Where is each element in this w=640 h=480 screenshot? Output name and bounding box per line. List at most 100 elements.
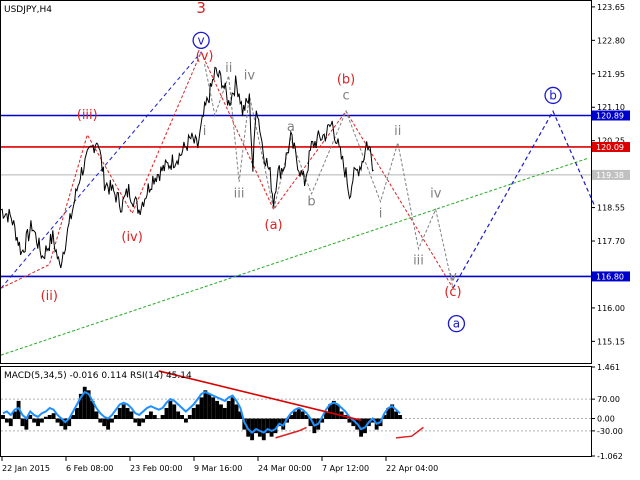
macd-bar xyxy=(110,418,114,423)
macd-bar xyxy=(168,400,173,420)
macd-bar xyxy=(36,418,40,427)
symbol-label: USDJPY,H4 xyxy=(4,5,52,15)
wave-label: (iii) xyxy=(77,108,98,123)
macd-bar xyxy=(32,418,37,423)
macd-bar xyxy=(24,418,29,430)
macd-bar xyxy=(51,413,56,420)
macd-bar xyxy=(250,418,255,441)
time-tick-label: 6 Feb 08:00 xyxy=(66,464,113,473)
time-tick-label: 22 Apr 04:00 xyxy=(386,464,438,473)
chart-root: 3(v)(iii)(iv)(ii)iiiviiii(a)ab(b)ciiiivi… xyxy=(0,0,640,480)
macd-bar xyxy=(230,397,235,420)
macd-bar xyxy=(211,397,216,420)
time-tick-label: 9 Mar 16:00 xyxy=(194,464,242,473)
macd-bar xyxy=(152,415,157,420)
wave-label: iv xyxy=(244,69,256,84)
level-tag-label: 120.89 xyxy=(596,112,624,121)
macd-bar xyxy=(20,418,25,427)
macd-bar xyxy=(176,411,181,420)
macd-bar xyxy=(160,415,165,420)
macd-bar xyxy=(137,418,142,427)
macd-bar xyxy=(1,415,5,420)
macd-bar xyxy=(234,404,239,420)
wave-label: (iv) xyxy=(121,230,142,245)
macd-bar xyxy=(55,418,60,423)
macd-bar xyxy=(172,404,177,420)
macd-bar xyxy=(199,397,204,420)
macd-bar xyxy=(195,404,200,420)
price-tick-label: 122.80 xyxy=(597,36,625,45)
macd-bar xyxy=(133,418,138,423)
wave-label: ii xyxy=(394,124,401,139)
macd-bar xyxy=(94,411,99,420)
wave-label: iii xyxy=(413,254,424,269)
level-tag-label: 116.80 xyxy=(596,272,624,281)
indicator-tick-label: 0.00 xyxy=(597,415,615,424)
time-tick-label: 22 Jan 2015 xyxy=(2,464,50,473)
macd-bar xyxy=(117,407,122,420)
macd-bar xyxy=(156,418,161,420)
price-tick-label: 118.55 xyxy=(597,204,625,213)
macd-bar xyxy=(187,415,192,420)
macd-bar xyxy=(125,407,130,420)
wave-label: i xyxy=(203,124,207,139)
macd-bar xyxy=(121,404,126,420)
macd-bar xyxy=(98,418,103,423)
wave-label: i xyxy=(379,206,383,221)
macd-bar xyxy=(398,415,402,420)
macd-bar xyxy=(203,390,208,420)
price-tick-label: 116.00 xyxy=(597,304,625,313)
circled-wave-label: v xyxy=(198,33,205,47)
price-tick-label: 121.95 xyxy=(597,70,625,79)
macd-bar xyxy=(145,415,149,420)
macd-bar xyxy=(8,418,13,427)
wave-label: v xyxy=(449,269,457,284)
wave-label: iii xyxy=(234,187,245,202)
wave-label: 3 xyxy=(196,0,206,17)
price-tick-label: 123.65 xyxy=(597,3,625,12)
wave-label: b xyxy=(307,195,315,210)
wave-label: iv xyxy=(430,187,442,202)
indicator-label: MACD(5,34,5) -0.016 0.114 RSI(14) 45.14 xyxy=(4,371,192,381)
indicator-tick-label: -1.062 xyxy=(597,452,623,461)
macd-bar xyxy=(269,418,274,437)
macd-bar xyxy=(207,393,212,420)
macd-bar xyxy=(102,418,107,427)
wave-label: (v) xyxy=(196,49,214,64)
wave-label: (b) xyxy=(337,73,355,88)
macd-bar xyxy=(219,404,223,420)
wave-label: a xyxy=(287,120,295,135)
macd-bar xyxy=(75,407,79,420)
macd-bar xyxy=(43,416,48,420)
macd-bar xyxy=(47,415,52,420)
indicator-tick-label: -30.00 xyxy=(597,427,623,436)
price-tick-label: 115.15 xyxy=(597,337,625,346)
macd-bar xyxy=(257,418,262,437)
indicator-tick-label: 1.461 xyxy=(597,363,620,372)
macd-bar xyxy=(222,407,227,420)
macd-bar xyxy=(394,411,399,420)
macd-bar xyxy=(106,418,111,430)
macd-bar xyxy=(141,418,146,423)
level-tag-label: 119.38 xyxy=(596,171,624,180)
macd-bar xyxy=(39,418,44,423)
macd-bar xyxy=(191,407,196,420)
wave-label: ii xyxy=(225,61,232,76)
wave-label: (ii) xyxy=(41,289,58,304)
macd-bar xyxy=(180,415,184,420)
price-tick-label: 117.70 xyxy=(597,237,625,246)
macd-bar xyxy=(226,400,231,420)
macd-bar xyxy=(183,418,188,423)
circled-wave-label: a xyxy=(453,317,460,331)
macd-bar xyxy=(129,411,134,420)
wave-label: c xyxy=(342,88,349,103)
macd-bar xyxy=(113,415,118,420)
time-tick-label: 24 Mar 00:00 xyxy=(258,464,311,473)
time-tick-label: 7 Apr 12:00 xyxy=(322,464,369,473)
macd-bar xyxy=(164,407,169,420)
macd-bar xyxy=(215,400,220,420)
macd-bar xyxy=(261,418,266,441)
macd-bar xyxy=(148,411,153,420)
macd-bar xyxy=(4,418,9,423)
wave-label: (a) xyxy=(265,218,283,233)
